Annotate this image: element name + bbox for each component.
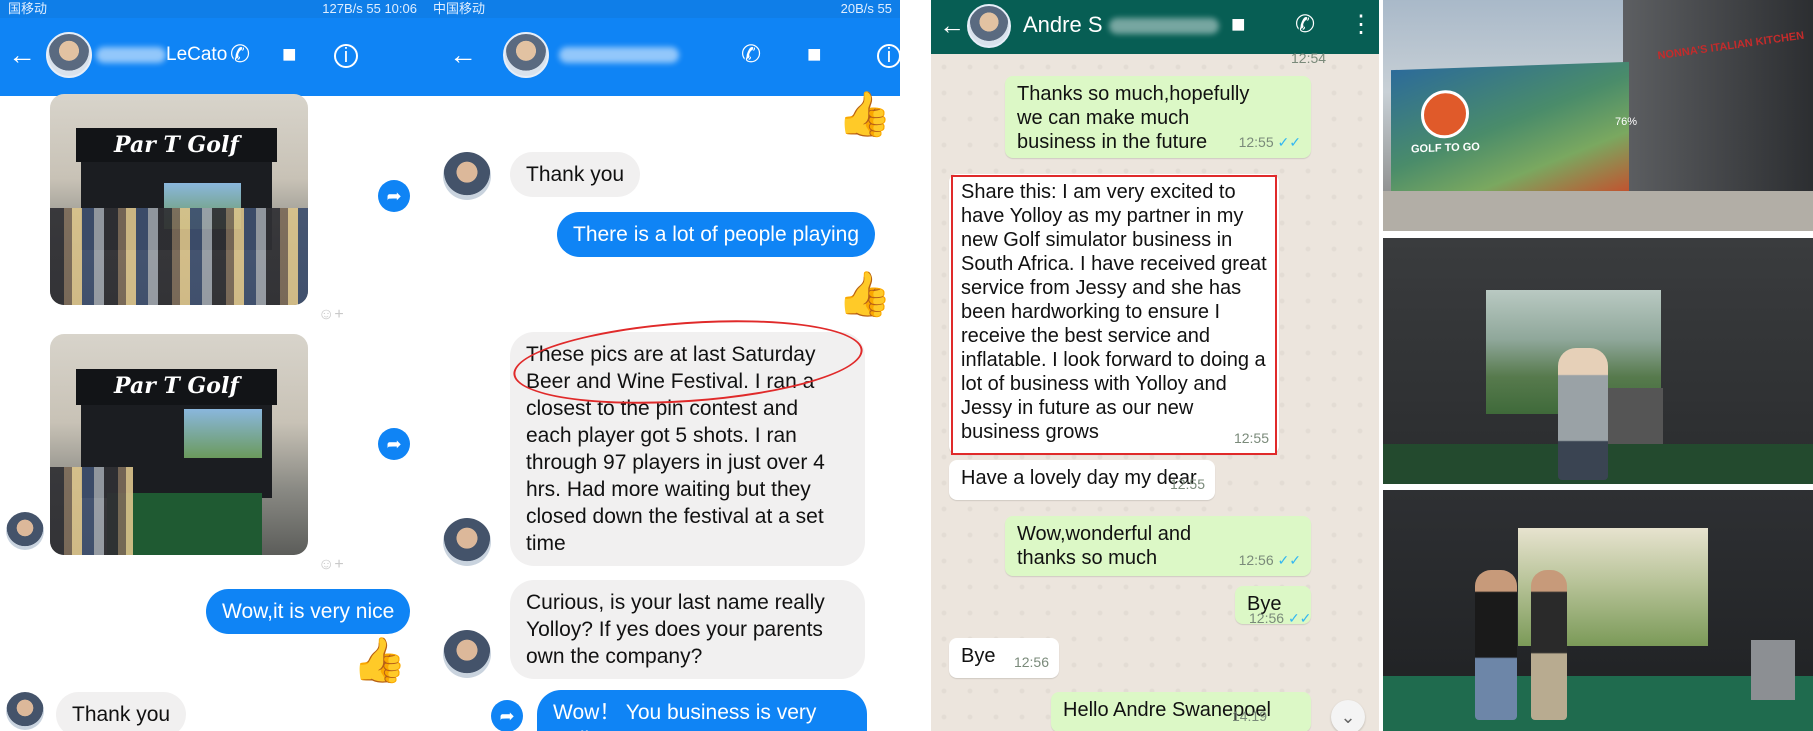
sidewalk [1383,191,1813,231]
status-bar: 国移动 127B/s 55 10:06 [0,0,425,18]
simulator-photo-1 [1383,238,1813,484]
floor [1383,676,1813,731]
blurred-name-icon [96,46,166,63]
message-time: 14:19 [1231,708,1267,724]
chat-photo-2[interactable]: Par T Golf [50,334,308,555]
share-icon[interactable]: ➦ [378,180,410,212]
read-checks-icon: ✓✓ [1277,552,1301,568]
message-text: Wow,wonderful and thanks so much [1017,523,1192,569]
golf-banner: GOLF TO GO [1391,61,1629,207]
person [1531,570,1567,720]
message-text: Thanks so much,hopefully we can make muc… [1017,83,1250,153]
thumbs-up-icon[interactable]: 👍 [837,272,892,318]
avatar[interactable] [967,4,1011,48]
message-time: 12:54 [1291,50,1327,66]
contact-name-blurred[interactable] [559,44,679,66]
message-time: 12:56 ✓✓ [1249,610,1312,626]
thumbs-up-icon[interactable]: 👍 [352,638,407,684]
read-checks-icon: ✓✓ [1277,134,1301,150]
phone-icon[interactable]: ✆ [230,42,250,68]
chat-header: ← ✆ ■ i [425,18,900,96]
avatar[interactable] [443,630,491,678]
phone-icon[interactable]: ✆ [741,42,761,68]
storefront-photo: NONNA'S ITALIAN KITCHEN GOLF TO GO 76% [1383,0,1813,231]
back-arrow-icon[interactable]: ← [449,40,479,70]
status-right: 20B/s 55 [840,1,892,16]
message-out[interactable]: Wow,it is very nice [206,589,411,634]
message-out[interactable]: Hello Andre Swanepoel 14:19 [1051,692,1311,731]
status-bar: 中国移动 20B/s 55 [425,0,900,18]
simulator-screen [184,409,262,458]
whatsapp-chat: ← Andre S ■ ✆ ⋮ 12:54 Thanks so much,hop… [931,0,1379,731]
message-text: Have a lovely day my dear [961,467,1197,489]
avatar[interactable] [46,32,92,78]
message-in[interactable]: Curious, is your last name really Yolloy… [510,580,865,679]
messenger-chat-2: 中国移动 20B/s 55 ← ✆ ■ i 👍 Thank you There … [425,0,900,731]
chat-photo-1[interactable]: Par T Golf [50,94,308,305]
message-in[interactable]: Thank you [510,152,641,197]
avatar[interactable] [443,518,491,566]
photo-collage: NONNA'S ITALIAN KITCHEN GOLF TO GO 76% [1383,0,1813,731]
thumbs-up-icon[interactable]: 👍 [837,92,892,138]
carrier-label: 国移动 [8,1,48,16]
contact-name[interactable]: Andre S [1023,12,1219,38]
avatar[interactable] [6,512,44,550]
tent-sign: Par T Golf [75,127,278,162]
carrier-label: 中国移动 [433,1,486,16]
simulator-photo-2 [1383,490,1813,731]
crowd [50,207,308,305]
more-vert-icon[interactable]: ⋮ [1349,12,1373,38]
message-in[interactable]: Bye 12:56 [949,638,1059,678]
chevron-down-icon[interactable]: ⌄ [1331,700,1365,731]
phone-icon[interactable]: ✆ [1295,12,1315,38]
video-camera-icon[interactable]: ■ [807,42,822,68]
desk [1603,388,1663,448]
message-time: 12:55 [1169,476,1205,492]
avatar[interactable] [6,692,44,730]
share-icon[interactable]: ➦ [378,428,410,460]
share-icon[interactable]: ➦ [491,700,523,731]
tent-sign: Par T Golf [75,369,278,405]
building [1623,0,1813,205]
logo-icon [1421,89,1469,140]
percent-label: 76% [1615,116,1638,128]
back-arrow-icon[interactable]: ← [939,12,965,38]
message-time: 12:56 ✓✓ [1238,552,1301,568]
read-checks-icon: ✓✓ [1287,610,1312,626]
message-out[interactable]: Wow,wonderful and thanks so much 12:56 ✓… [1005,516,1311,576]
message-out[interactable]: Thanks so much,hopefully we can make muc… [1005,76,1311,158]
highlight-box [951,175,1277,455]
message-in[interactable]: Thank you [56,692,187,731]
video-camera-icon[interactable]: ■ [1231,12,1246,38]
react-icon[interactable]: ☺+ [318,306,344,324]
message-text: Bye [961,645,996,667]
info-icon[interactable]: i [334,44,358,68]
message-out[interactable]: There is a lot of people playing [557,212,876,257]
message-out[interactable]: Wow！ You business is very well. [537,690,867,731]
person [1558,348,1608,480]
cabinet [1751,640,1795,700]
contact-name[interactable]: LeCato [96,44,227,66]
message-in[interactable]: Have a lovely day my dear 12:55 [949,460,1215,500]
message-time: 12:55 ✓✓ [1238,134,1301,150]
status-right: 127B/s 55 10:06 [322,1,417,16]
blurred-name-icon [559,46,679,63]
chat-header: ← Andre S ■ ✆ ⋮ [931,0,1379,54]
info-icon[interactable]: i [877,44,900,68]
chat-header: ← LeCato ✆ ■ i [0,18,425,96]
avatar[interactable] [443,152,491,200]
spectators [50,466,133,555]
video-camera-icon[interactable]: ■ [282,42,297,68]
person [1475,570,1517,720]
messenger-chat-1: 国移动 127B/s 55 10:06 ← LeCato ✆ ■ i Par T… [0,0,425,731]
blurred-name-icon [1108,18,1219,35]
message-time: 12:56 [1013,654,1049,670]
back-arrow-icon[interactable]: ← [8,40,38,70]
avatar[interactable] [503,32,549,78]
banner-text: GOLF TO GO [1411,141,1480,156]
react-icon[interactable]: ☺+ [318,556,344,574]
